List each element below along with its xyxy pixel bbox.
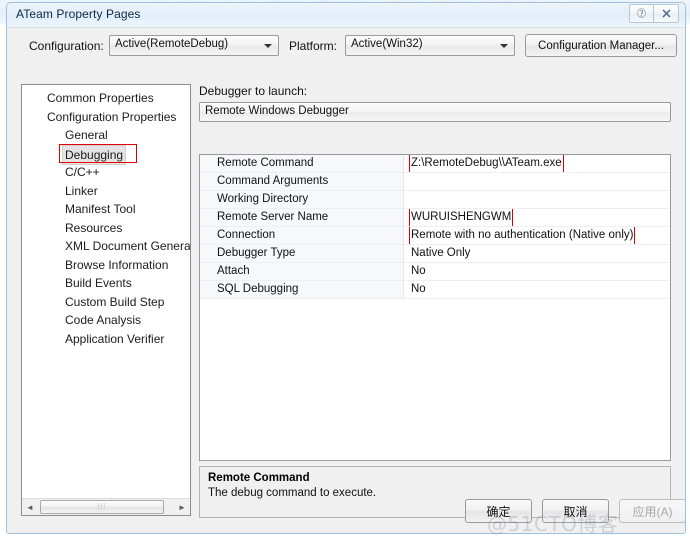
tree-item-label: XML Document Generat — [65, 239, 191, 253]
configuration-bar: Configuration: Active(RemoteDebug) Platf… — [7, 28, 685, 64]
tree-item-configuration-properties[interactable]: Configuration Properties — [22, 108, 190, 127]
dialog-footer: 确定 取消 应用(A) — [7, 493, 685, 533]
tree-item-label: General — [65, 128, 108, 142]
debugger-to-launch-value: Remote Windows Debugger — [205, 105, 349, 117]
tree-item-label: Code Analysis — [65, 313, 142, 327]
property-name: Debugger Type — [200, 245, 404, 262]
property-value[interactable]: WURUISHENGWM — [404, 209, 670, 226]
configuration-value: Active(RemoteDebug) — [115, 38, 229, 50]
platform-label: Platform: — [289, 39, 338, 53]
property-value-text: No — [411, 265, 426, 277]
tree-item-custom-build-step[interactable]: Custom Build Step — [22, 293, 190, 312]
configuration-dropdown[interactable]: Active(RemoteDebug) — [109, 35, 279, 56]
tree-item-code-analysis[interactable]: Code Analysis — [22, 311, 190, 330]
property-name: Working Directory — [200, 191, 404, 208]
property-row[interactable]: Attach No — [200, 263, 670, 281]
property-name: Command Arguments — [200, 173, 404, 190]
property-value[interactable]: Native Only — [404, 245, 670, 262]
tree-item-label: Linker — [65, 183, 98, 198]
chevron-down-icon — [500, 44, 508, 48]
tree-item-label: Common Properties — [47, 91, 154, 105]
property-value[interactable]: Z:\RemoteDebug\\ATeam.exe — [404, 155, 670, 172]
property-value-text: Native Only — [411, 247, 471, 259]
tree-item-build-events[interactable]: Build Events — [22, 274, 190, 293]
property-value[interactable]: No — [404, 281, 670, 298]
window-title: ATeam Property Pages — [16, 7, 141, 21]
title-bar-buttons: ? — [629, 4, 679, 23]
platform-value: Active(Win32) — [351, 38, 423, 50]
property-row[interactable]: Debugger Type Native Only — [200, 245, 670, 263]
close-x-icon — [662, 9, 670, 18]
tree-item-label: Debugging — [62, 144, 127, 165]
tree-item-label: Build Events — [65, 276, 132, 290]
platform-dropdown[interactable]: Active(Win32) — [345, 35, 515, 56]
configuration-label: Configuration: — [29, 39, 104, 53]
tree-item-label: Browse Information — [65, 257, 169, 272]
property-tree-list: Common Properties Configuration Propertie… — [22, 89, 190, 348]
property-row[interactable]: Working Directory — [200, 191, 670, 209]
chevron-down-icon — [264, 44, 272, 48]
tree-item-label: Resources — [65, 220, 123, 235]
debugger-to-launch-label: Debugger to launch: — [199, 84, 308, 98]
close-button[interactable] — [654, 4, 679, 23]
property-tree-panel[interactable]: Common Properties Configuration Propertie… — [21, 84, 191, 516]
debugger-to-launch-dropdown[interactable]: Remote Windows Debugger — [199, 102, 671, 122]
tree-item-browse-information[interactable]: Browse Information — [22, 256, 190, 275]
tree-item-label: Configuration Properties — [47, 109, 177, 124]
tree-item-label: Application Verifier — [65, 331, 165, 346]
property-name: Attach — [200, 263, 404, 280]
property-row[interactable]: Remote Server Name WURUISHENGWM — [200, 209, 670, 227]
property-value-text: Remote with no authentication (Native on… — [408, 227, 636, 244]
tree-item-label: Custom Build Step — [65, 294, 165, 309]
property-name: SQL Debugging — [200, 281, 404, 298]
property-row[interactable]: Remote Command Z:\RemoteDebug\\ATeam.exe — [200, 155, 670, 173]
property-pages-dialog: ATeam Property Pages ? Configuration: Ac… — [6, 2, 686, 534]
screen: ATeam Property Pages ? Configuration: Ac… — [0, 0, 690, 540]
tree-item-resources[interactable]: Resources — [22, 219, 190, 238]
tree-item-manifest-tool[interactable]: Manifest Tool — [22, 200, 190, 219]
property-name: Remote Server Name — [200, 209, 404, 226]
title-bar: ATeam Property Pages ? — [7, 3, 685, 28]
apply-button[interactable]: 应用(A) — [619, 499, 685, 523]
tree-item-application-verifier[interactable]: Application Verifier — [22, 330, 190, 349]
property-name: Connection — [200, 227, 404, 244]
property-grid[interactable]: Remote Command Z:\RemoteDebug\\ATeam.exe C… — [199, 154, 671, 461]
property-row[interactable]: Command Arguments — [200, 173, 670, 191]
property-value[interactable] — [404, 173, 670, 190]
property-value-text: WURUISHENGWM — [408, 209, 514, 226]
tree-item-c-c[interactable]: C/C++ — [22, 163, 190, 182]
debugger-launch-section: Debugger to launch: Remote Windows Debug… — [199, 84, 671, 122]
description-title: Remote Command — [208, 472, 310, 484]
property-row[interactable]: Connection Remote with no authentication … — [200, 227, 670, 245]
property-value[interactable]: No — [404, 263, 670, 280]
tree-item-linker[interactable]: Linker — [22, 182, 190, 201]
property-value[interactable] — [404, 191, 670, 208]
tree-item-xml-document-generat[interactable]: XML Document Generat — [22, 237, 190, 256]
help-button[interactable]: ? — [629, 4, 654, 23]
tree-item-common-properties[interactable]: Common Properties — [22, 89, 190, 108]
property-value-text: Z:\RemoteDebug\\ATeam.exe — [409, 155, 564, 172]
configuration-manager-button[interactable]: Configuration Manager... — [525, 34, 677, 57]
tree-item-debugging[interactable]: Debugging — [22, 144, 190, 165]
tree-item-label: Manifest Tool — [65, 202, 136, 216]
property-value-text: No — [411, 283, 426, 295]
property-row[interactable]: SQL Debugging No — [200, 281, 670, 299]
question-mark-icon: ? — [637, 8, 646, 19]
property-name: Remote Command — [200, 155, 404, 172]
cancel-button[interactable]: 取消 — [542, 499, 609, 523]
tree-item-label: C/C++ — [65, 165, 100, 179]
dialog-client-area: Configuration: Active(RemoteDebug) Platf… — [7, 28, 685, 533]
ok-button[interactable]: 确定 — [465, 499, 532, 523]
property-value[interactable]: Remote with no authentication (Native on… — [404, 227, 670, 244]
tree-item-general[interactable]: General — [22, 126, 190, 145]
property-grid-rows: Remote Command Z:\RemoteDebug\\ATeam.exe C… — [200, 155, 670, 299]
